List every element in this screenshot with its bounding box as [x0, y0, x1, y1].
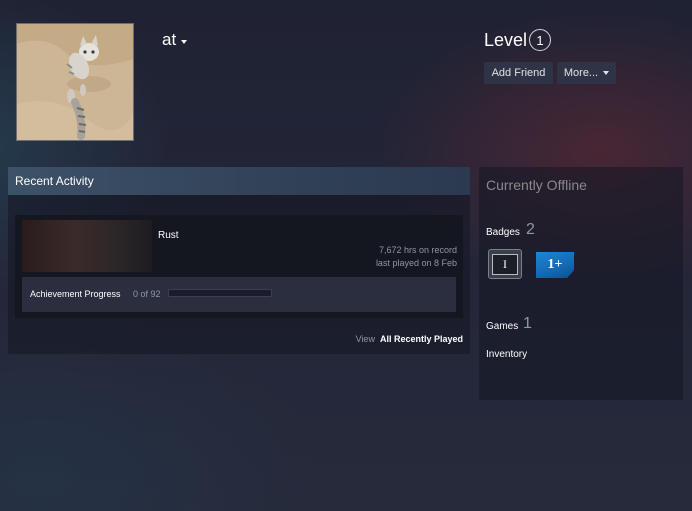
- online-status: Currently Offline: [486, 177, 587, 193]
- more-label: More...: [563, 67, 599, 79]
- achievement-progress-bar: [168, 289, 272, 297]
- persona-name-text: at: [162, 30, 177, 49]
- avatar[interactable]: [16, 23, 134, 141]
- game-hours: 7,672 hrs on record: [378, 245, 457, 255]
- achievement-progress-label: Achievement Progress: [30, 289, 121, 299]
- level-badge: 1: [529, 29, 551, 51]
- recent-activity-header: Recent Activity: [8, 167, 470, 195]
- add-friend-label: Add Friend: [491, 67, 546, 79]
- persona-name[interactable]: at: [162, 30, 188, 50]
- badge-roman-numeral: I: [503, 256, 507, 271]
- view-all-link[interactable]: All Recently Played: [380, 334, 463, 344]
- game-name-link[interactable]: Rust: [158, 230, 179, 241]
- level-value: 1: [536, 32, 544, 48]
- years-of-service-badge-icon[interactable]: I: [488, 249, 522, 279]
- level-label: Level: [484, 30, 528, 50]
- inventory-link[interactable]: Inventory: [486, 349, 527, 360]
- game-last-played: last played on 8 Feb: [375, 258, 457, 268]
- more-button[interactable]: More...: [557, 62, 616, 84]
- badge-label: 1+: [547, 257, 563, 272]
- level-one-plus-badge-icon[interactable]: 1+: [536, 252, 574, 278]
- chevron-down-icon: [603, 71, 610, 75]
- badge-inner: I: [492, 253, 518, 275]
- view-all-recently-played[interactable]: View All Recently Played: [356, 334, 463, 344]
- games-count[interactable]: 1: [523, 315, 532, 333]
- add-friend-button[interactable]: Add Friend: [484, 62, 553, 84]
- cat-avatar-image: [17, 24, 133, 140]
- badges-count[interactable]: 2: [526, 221, 535, 239]
- profile-sidebar: [479, 167, 683, 400]
- chevron-down-icon: [181, 39, 188, 44]
- game-capsule-image[interactable]: [22, 220, 152, 272]
- achievement-count: 0 of 92: [133, 289, 161, 299]
- badges-link[interactable]: Badges: [486, 227, 520, 238]
- view-prefix: View: [355, 334, 375, 344]
- recent-activity-title: Recent Activity: [15, 174, 94, 188]
- games-link[interactable]: Games: [486, 321, 518, 332]
